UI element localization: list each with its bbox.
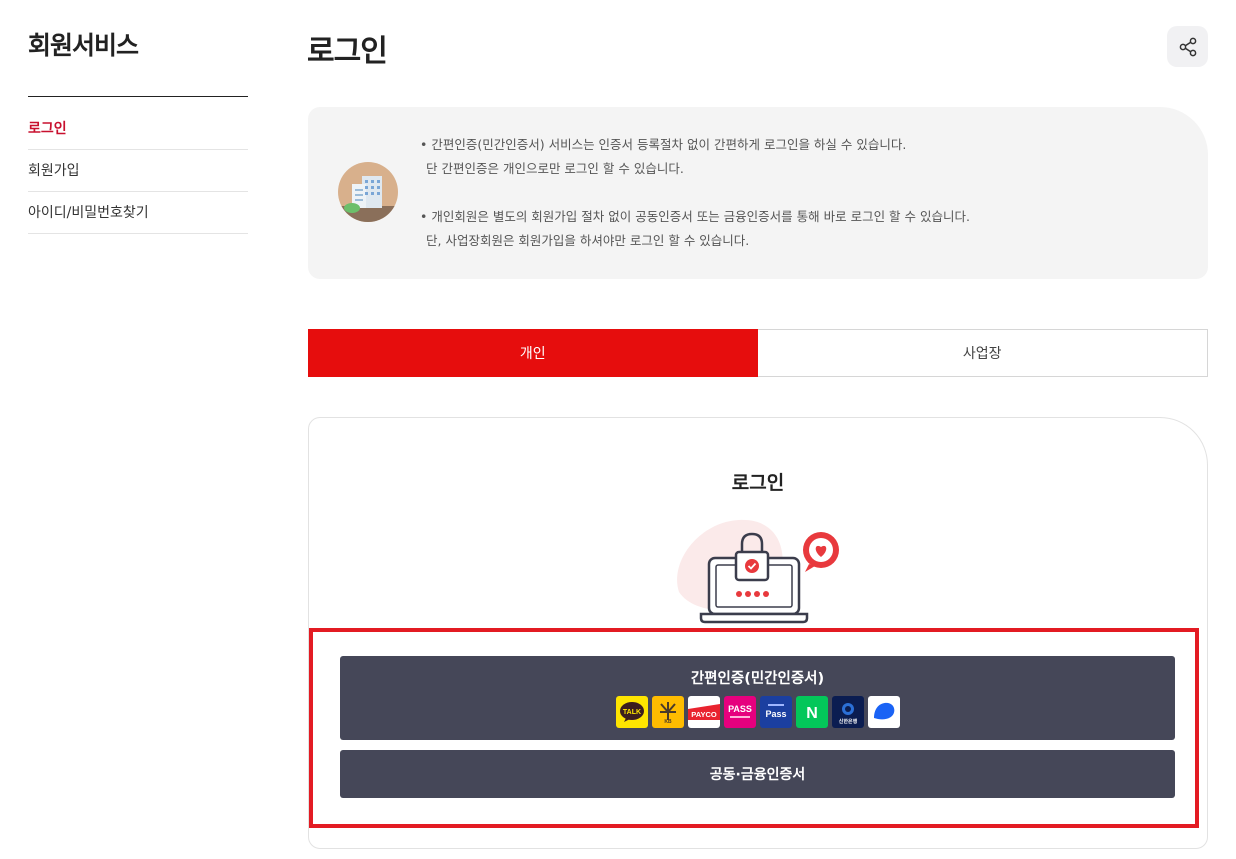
kb-icon: KB [652,696,684,728]
payco-icon: PAYCO [688,696,720,728]
login-title: 로그인 [731,472,785,494]
svg-text:Pass: Pass [765,709,786,719]
sidebar-item-find-id-password[interactable]: 아이디/비밀번호찾기 [28,192,248,234]
notice-line-1: • 간편인증(민간인증서) 서비스는 인증서 등록절차 없이 간편하게 로그인을… [420,137,907,152]
svg-text:TALK: TALK [623,709,641,716]
share-button[interactable] [1167,26,1208,67]
sidebar-divider [28,96,248,97]
toss-icon [868,696,900,728]
share-icon [1179,37,1196,56]
laptop-lock-icon [669,512,849,628]
naver-icon: N [796,696,828,728]
sidebar-item-signup[interactable]: 회원가입 [28,150,248,192]
kakao-icon: TALK [616,696,648,728]
page-title: 로그인 [307,34,388,69]
samsung-pass-icon: Pass [760,696,792,728]
certificate-auth-button[interactable]: 공동·금융인증서 [340,750,1175,798]
tab-individual[interactable]: 개인 [308,329,758,377]
shinhan-bank-icon: 신한은행 [832,696,864,728]
svg-text:N: N [806,705,818,722]
notice-line-3: • 개인회원은 별도의 회원가입 절차 없이 공동인증서 또는 금융인증서를 통… [420,209,970,224]
simple-auth-label: 간편인증(민간인증서) [690,671,825,687]
building-icon [338,162,398,222]
simple-auth-button[interactable]: 간편인증(민간인증서) TALK KB PAYCO PASS Pass N 신한… [340,656,1175,740]
svg-text:신한은행: 신한은행 [839,718,858,725]
svg-text:KB: KB [664,719,672,724]
notice-box: • 간편인증(민간인증서) 서비스는 인증서 등록절차 없이 간편하게 로그인을… [308,107,1208,279]
notice-line-2: 단 간편인증은 개인으로만 로그인 할 수 있습니다. [426,161,684,176]
svg-text:PASS: PASS [728,704,752,714]
sidebar-title: 회원서비스 [28,31,139,60]
svg-text:PAYCO: PAYCO [691,710,717,719]
provider-icons: TALK KB PAYCO PASS Pass N 신한은행 [616,696,900,728]
notice-line-4: 단, 사업장회원은 회원가입을 하셔야만 로그인 할 수 있습니다. [426,233,750,248]
sidebar-menu: 로그인 회원가입 아이디/비밀번호찾기 [28,108,248,234]
pass-icon: PASS [724,696,756,728]
sidebar-item-login[interactable]: 로그인 [28,108,248,150]
member-type-tabs: 개인 사업장 [308,329,1208,377]
notice-text: • 간편인증(민간인증서) 서비스는 인증서 등록절차 없이 간편하게 로그인을… [420,133,970,253]
tab-business[interactable]: 사업장 [758,330,1208,376]
